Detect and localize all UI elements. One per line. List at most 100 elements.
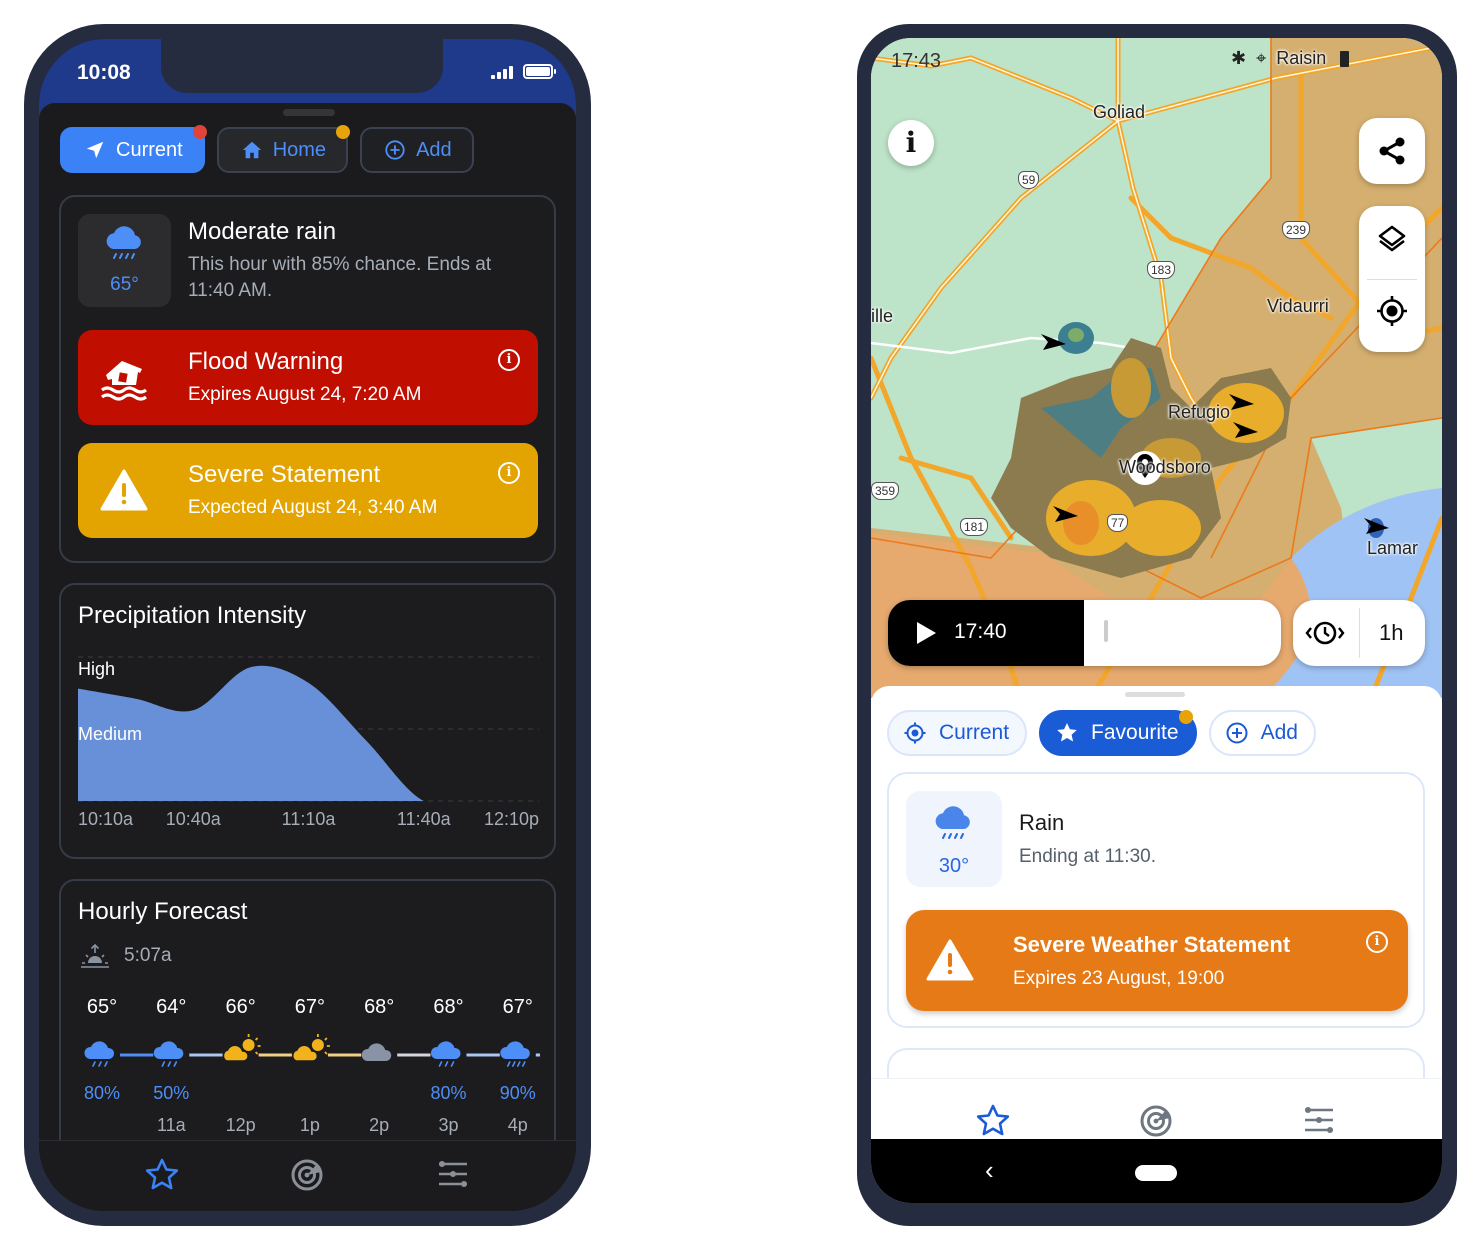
road-shield: 181	[960, 518, 989, 536]
hour-column[interactable]: 67° 90% 4p	[500, 996, 536, 1135]
hour-column[interactable]: 68° 80% 3p	[430, 996, 466, 1135]
tab-favourites-star-icon[interactable]	[142, 1155, 182, 1195]
current-conditions-card[interactable]: 30° Rain Ending at 11:30. Severe Weather…	[887, 772, 1425, 1028]
chip-home[interactable]: Home	[216, 125, 351, 173]
sheet-grab-handle[interactable]	[283, 109, 335, 116]
divider	[1367, 279, 1417, 280]
hour-temperature: 65°	[87, 996, 117, 1018]
system-nav-bar: ‹	[871, 1139, 1442, 1203]
tab-settings-sliders-icon[interactable]	[1299, 1101, 1339, 1141]
play-icon[interactable]	[915, 621, 937, 645]
map-controls	[1359, 206, 1425, 352]
cellular-signal-icon	[491, 66, 513, 79]
road-shield: 239	[1282, 221, 1311, 239]
rain-cloud-icon	[935, 806, 970, 839]
info-icon[interactable]: i	[498, 349, 520, 371]
alert-title: Severe Weather Statement	[1013, 932, 1291, 957]
chip-label: Add	[416, 138, 452, 161]
tab-bar	[39, 1140, 576, 1211]
map-canvas	[871, 38, 1442, 698]
time-window-button[interactable]: 1h	[1379, 620, 1403, 646]
radar-playback-bar[interactable]: 17:40	[888, 600, 1281, 666]
alert-title: Flood Warning	[188, 348, 344, 375]
radar-map[interactable]: 17:43 ✱ ⌖ Raisin Goliad Vidaurri Refugio…	[871, 38, 1442, 698]
precip-area	[78, 665, 539, 801]
rain-icon	[84, 1041, 115, 1067]
chip-label: Favourite	[1091, 721, 1179, 744]
tab-radar-icon[interactable]	[287, 1155, 327, 1195]
share-button[interactable]	[1359, 118, 1425, 184]
partly-sunny-icon	[222, 1034, 261, 1062]
hour-column[interactable]: 68° 2p	[361, 996, 395, 1135]
hour-time: 3p	[438, 1115, 458, 1135]
home-pill-button[interactable]	[1135, 1165, 1177, 1181]
back-button[interactable]: ‹	[985, 1155, 994, 1186]
alert-severe-statement[interactable]: Severe Statement Expected August 24, 3:4…	[78, 443, 538, 538]
chip-add[interactable]: Add	[1208, 710, 1316, 756]
crosshair-icon	[904, 722, 926, 744]
alert-flood-warning[interactable]: Flood Warning Expires August 24, 7:20 AM…	[78, 330, 538, 425]
tab-radar-icon[interactable]	[1136, 1101, 1176, 1141]
info-icon[interactable]: i	[498, 462, 520, 484]
warning-triangle-icon	[926, 939, 974, 981]
x-tick-label: 11:10a	[282, 809, 337, 829]
level-label: Medium	[78, 724, 142, 744]
time-shift-icon[interactable]	[1304, 619, 1346, 647]
info-button[interactable]: i	[888, 120, 934, 166]
precipitation-card: Precipitation Intensity High Medium 10:10a…	[59, 583, 556, 859]
heavy-rain-icon	[500, 1041, 530, 1067]
hour-temperature: 64°	[156, 996, 186, 1018]
info-icon[interactable]: i	[1366, 931, 1388, 953]
my-location-icon[interactable]	[1375, 294, 1409, 328]
alert-severe-weather-statement[interactable]: Severe Weather Statement Expires 23 Augu…	[906, 910, 1408, 1011]
x-tick-label: 12:10p	[484, 809, 539, 829]
hour-column[interactable]: 65° 80%	[84, 996, 120, 1103]
hour-column[interactable]: 67° 1p	[292, 996, 330, 1135]
ios-screen: 10:08 Current Home Add 65° Moderate rain…	[39, 39, 576, 1211]
hourly-strip[interactable]: 65°80%64°50%11a66°12p67°1p68°2p68°80%3p6…	[61, 881, 558, 1171]
plus-circle-icon	[385, 140, 405, 160]
hour-time: 1p	[300, 1115, 320, 1135]
map-label-vidaurri: Vidaurri	[1267, 296, 1329, 316]
status-time: 17:43	[891, 50, 942, 72]
map-label-woodsboro: Woodsboro	[1119, 457, 1211, 477]
precipitation-chart: High Medium 10:10a 10:40a 11:10a 11:40a 12:10p	[78, 656, 539, 829]
hour-temperature: 68°	[364, 996, 394, 1018]
next-card-peek	[887, 1048, 1425, 1078]
battery-icon	[523, 64, 556, 79]
battery-icon	[1340, 50, 1350, 67]
scrubber-handle[interactable]	[1104, 620, 1108, 642]
chip-add[interactable]: Add	[360, 127, 474, 173]
rain-cloud-icon	[106, 226, 141, 259]
hour-temperature: 67°	[295, 996, 325, 1018]
weather-icon-tile: 30°	[906, 791, 1002, 887]
x-tick-label: 10:40a	[166, 809, 222, 829]
hour-column[interactable]: 66° 12p	[222, 996, 261, 1135]
current-temperature: 30°	[938, 855, 970, 877]
layers-icon[interactable]	[1377, 224, 1407, 254]
hour-time: 12p	[226, 1115, 256, 1135]
x-tick-label: 10:10a	[78, 809, 134, 829]
hour-column[interactable]: 64° 50% 11a	[153, 996, 189, 1135]
rain-icon	[430, 1041, 461, 1067]
android-screen: 17:43 ✱ ⌖ Raisin Goliad Vidaurri Refugio…	[871, 38, 1442, 1203]
current-temperature: 65°	[110, 274, 139, 295]
chip-current[interactable]: Current	[887, 710, 1028, 756]
bottom-sheet: Current Home Add 65° Moderate rain This …	[39, 103, 576, 1211]
sheet-grab-handle[interactable]	[1125, 692, 1185, 697]
hour-temperature: 68°	[433, 996, 463, 1018]
hour-temperature: 67°	[503, 996, 533, 1018]
chip-favourite[interactable]: Favourite	[1039, 710, 1197, 756]
current-conditions-card[interactable]: 65° Moderate rain This hour with 85% cha…	[59, 195, 556, 563]
map-label-lamar: Lamar	[1367, 538, 1419, 558]
plus-circle-icon	[1226, 722, 1248, 744]
tab-settings-sliders-icon[interactable]	[433, 1155, 473, 1195]
chip-current[interactable]: Current	[60, 125, 207, 173]
location-pin-icon: ⌖	[1256, 48, 1267, 68]
tab-favourites-star-icon[interactable]	[973, 1101, 1013, 1141]
location-chips: Current Home Add	[60, 125, 474, 173]
condition-title: Rain	[1019, 810, 1065, 835]
map-label-refugio: Refugio	[1168, 402, 1231, 422]
condition-subtitle: Ending at 11:30.	[1019, 846, 1156, 867]
notch	[161, 39, 443, 93]
